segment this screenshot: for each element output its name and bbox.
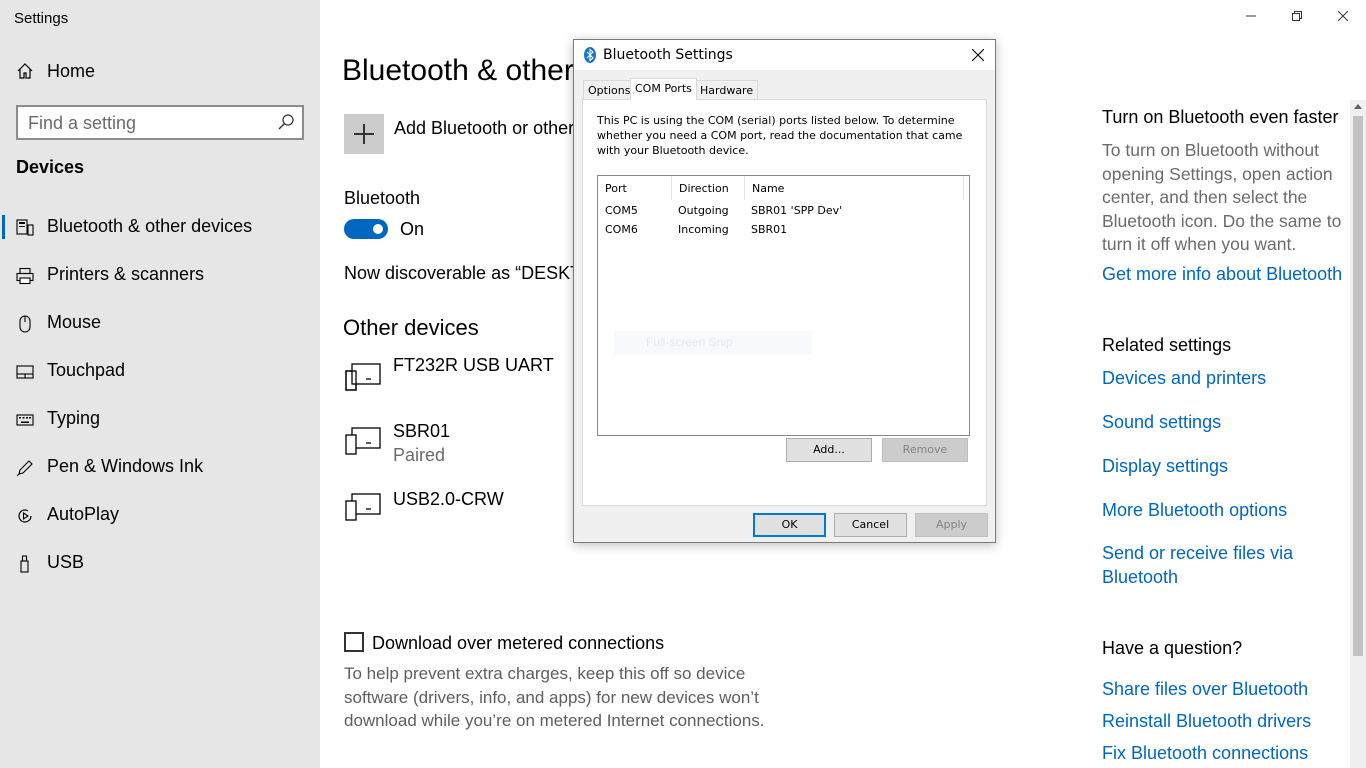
cancel-button[interactable]: Cancel — [834, 513, 907, 537]
sidebar-item-label: AutoPlay — [47, 504, 120, 524]
sidebar-item-pen[interactable]: Pen & Windows Ink — [0, 447, 320, 487]
restore-button[interactable] — [1274, 0, 1320, 32]
faster-heading: Turn on Bluetooth even faster — [1102, 107, 1339, 127]
app-title: Settings — [14, 10, 69, 27]
cell-direction: Outgoing — [678, 204, 729, 217]
mouse-icon — [19, 315, 31, 333]
apply-button[interactable]: Apply — [915, 513, 988, 537]
minimize-icon — [1246, 15, 1256, 17]
add-port-button[interactable]: Add... — [786, 438, 872, 462]
fix-connections-link[interactable]: Fix Bluetooth connections — [1102, 741, 1308, 765]
touchpad-icon — [16, 365, 34, 379]
cell-direction: Incoming — [678, 223, 729, 236]
plus-icon — [344, 114, 384, 154]
sidebar-item-mouse[interactable]: Mouse — [0, 303, 320, 343]
device-icon — [345, 493, 381, 521]
cell-port: COM5 — [605, 204, 638, 217]
tab-panel: This PC is using the COM (serial) ports … — [582, 99, 987, 506]
bluetooth-label: Bluetooth — [344, 188, 421, 208]
tab-hardware[interactable]: Hardware — [695, 80, 759, 99]
cell-port: COM6 — [605, 223, 638, 236]
sidebar-item-label: Home — [47, 61, 96, 81]
printer-icon — [16, 267, 34, 285]
close-window-button[interactable] — [1320, 0, 1366, 32]
tab-com-ports[interactable]: COM Ports — [630, 78, 697, 100]
sidebar-item-label: Typing — [47, 408, 101, 428]
sidebar: Settings Home Devices Bluetooth & other … — [0, 0, 320, 768]
minimize-button[interactable] — [1228, 0, 1274, 32]
sidebar-item-touchpad[interactable]: Touchpad — [0, 351, 320, 391]
reinstall-drivers-link[interactable]: Reinstall Bluetooth drivers — [1102, 709, 1311, 733]
scroll-thumb[interactable] — [1353, 116, 1363, 656]
question-heading: Have a question? — [1102, 638, 1243, 658]
share-files-link[interactable]: Share files over Bluetooth — [1102, 677, 1308, 701]
search-box[interactable] — [16, 105, 304, 140]
column-header-direction[interactable]: Direction — [672, 176, 745, 200]
remove-port-button[interactable]: Remove — [882, 438, 968, 462]
column-header-port[interactable]: Port — [598, 176, 672, 200]
other-devices-heading: Other devices — [343, 315, 479, 340]
keyboard-icon — [16, 414, 34, 426]
sidebar-item-label: Touchpad — [47, 360, 126, 380]
related-heading: Related settings — [1102, 335, 1232, 355]
bluetooth-toggle[interactable] — [344, 219, 388, 239]
close-icon — [1338, 11, 1348, 21]
dialog-titlebar[interactable]: Bluetooth Settings — [574, 40, 995, 70]
tab-options[interactable]: Options — [583, 80, 636, 99]
bluetooth-icon — [584, 47, 596, 63]
bluetooth-devices-icon — [16, 219, 34, 236]
dialog-title: Bluetooth Settings — [603, 47, 733, 63]
device-name: FT232R USB UART — [393, 355, 554, 375]
cell-name: SBR01 — [751, 223, 788, 236]
com-ports-description: This PC is using the COM (serial) ports … — [597, 114, 963, 157]
ok-button[interactable]: OK — [753, 513, 826, 537]
bluetooth-state: On — [400, 219, 425, 239]
sidebar-item-usb[interactable]: USB — [0, 543, 320, 583]
column-header-name[interactable]: Name — [745, 176, 964, 200]
sidebar-item-home[interactable]: Home — [0, 56, 320, 88]
device-name: SBR01 — [393, 421, 451, 441]
device-name: USB2.0-CRW — [393, 489, 504, 509]
metered-checkbox[interactable] — [344, 632, 364, 652]
devices-printers-link[interactable]: Devices and printers — [1102, 366, 1266, 390]
display-settings-link[interactable]: Display settings — [1102, 454, 1228, 478]
restore-icon — [1292, 11, 1302, 21]
sidebar-item-label: Mouse — [47, 312, 102, 332]
sidebar-item-label: USB — [47, 552, 85, 572]
device-status: Paired — [393, 445, 446, 465]
discoverable-text: Now discoverable as “DESKTOP — [344, 263, 607, 283]
scrollbar[interactable] — [1350, 100, 1366, 768]
home-icon — [17, 63, 33, 79]
autoplay-icon — [18, 509, 32, 523]
snip-ghost-overlay: Full-screen Snip — [614, 331, 812, 355]
send-receive-files-link[interactable]: Send or receive files via Bluetooth — [1102, 541, 1312, 589]
sidebar-item-autoplay[interactable]: AutoPlay — [0, 495, 320, 535]
more-info-link[interactable]: Get more info about Bluetooth — [1102, 262, 1342, 286]
faster-text: To turn on Bluetooth without opening Set… — [1102, 140, 1342, 254]
cell-name: SBR01 'SPP Dev' — [751, 204, 843, 217]
search-icon[interactable] — [278, 114, 294, 130]
metered-label: Download over metered connections — [372, 633, 665, 653]
dialog-close-button[interactable] — [961, 40, 995, 70]
search-input[interactable] — [28, 111, 268, 135]
sidebar-item-label: Bluetooth & other devices — [47, 216, 253, 236]
sidebar-item-printers[interactable]: Printers & scanners — [0, 255, 320, 295]
more-bluetooth-options-link[interactable]: More Bluetooth options — [1102, 498, 1287, 522]
sidebar-item-label: Pen & Windows Ink — [47, 456, 204, 476]
metered-description: To help prevent extra charges, keep this… — [344, 664, 765, 730]
bluetooth-settings-dialog: Bluetooth Settings Options COM Ports Har… — [573, 39, 996, 543]
close-icon — [972, 49, 984, 61]
usb-icon — [20, 555, 29, 573]
scroll-up-arrow-icon[interactable] — [1350, 100, 1366, 114]
com-port-list[interactable]: Port Direction Name COM5 Outgoing SBR01 … — [597, 175, 970, 436]
device-icon — [345, 363, 381, 391]
pen-icon — [16, 460, 33, 477]
section-heading: Devices — [16, 157, 85, 177]
sound-settings-link[interactable]: Sound settings — [1102, 410, 1221, 434]
sidebar-item-typing[interactable]: Typing — [0, 399, 320, 439]
sidebar-item-bluetooth[interactable]: Bluetooth & other devices — [0, 207, 320, 247]
sidebar-item-label: Printers & scanners — [47, 264, 205, 284]
device-icon — [345, 427, 381, 455]
